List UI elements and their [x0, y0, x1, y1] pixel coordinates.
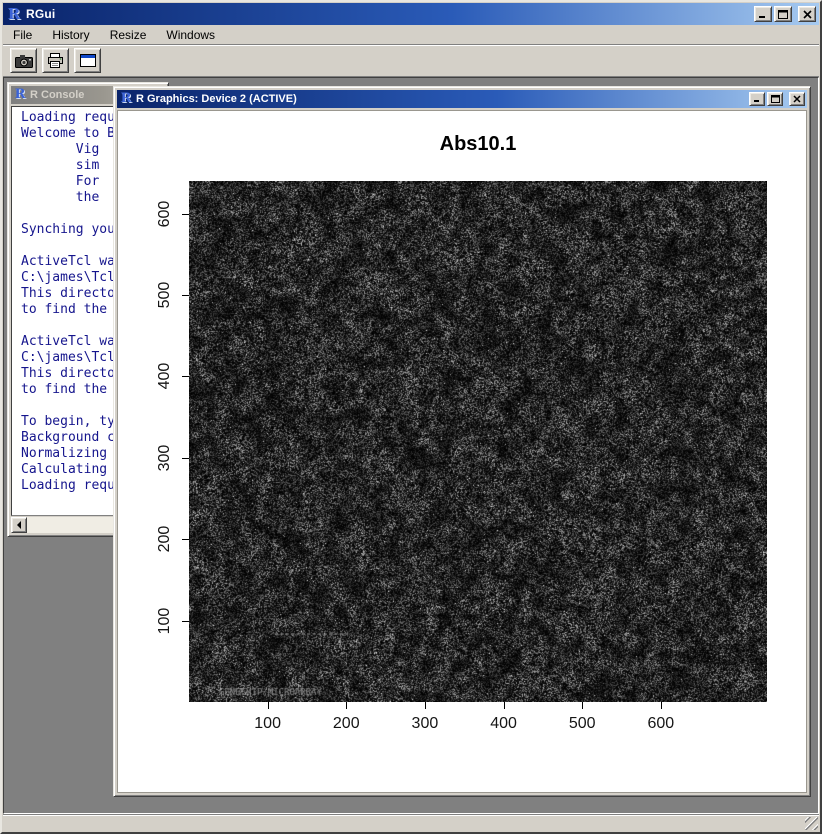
camera-icon — [15, 54, 33, 68]
x-tick — [346, 702, 347, 709]
y-tick — [182, 295, 189, 296]
windows-arrange-button[interactable] — [74, 48, 101, 73]
y-tick — [182, 539, 189, 540]
close-button[interactable] — [789, 92, 805, 106]
menubar: File History Resize Windows — [3, 25, 819, 44]
y-tick — [182, 376, 189, 377]
graphics-window-controls — [749, 92, 805, 106]
window-icon — [80, 54, 96, 67]
x-tick-label: 400 — [479, 715, 529, 733]
x-tick — [425, 702, 426, 709]
rgui-window: R RGui File History Resize Windows — [0, 0, 822, 834]
minimize-button[interactable] — [754, 6, 772, 22]
close-icon — [793, 95, 801, 103]
menu-file[interactable]: File — [13, 28, 32, 42]
maximize-icon — [778, 10, 788, 19]
x-tick-label: 600 — [636, 715, 686, 733]
window-title: RGui — [26, 7, 750, 21]
minimize-icon — [758, 10, 768, 19]
minimize-icon — [753, 95, 762, 103]
r-graphics-window[interactable]: R R Graphics: Device 2 (ACTIVE) Abs10.1 … — [113, 86, 811, 797]
x-tick-label: 100 — [243, 715, 293, 733]
menu-resize[interactable]: Resize — [110, 28, 147, 42]
plot-title: Abs10.1 — [189, 133, 767, 156]
statusbar — [3, 814, 819, 831]
maximize-button[interactable] — [774, 6, 792, 22]
x-tick-label: 200 — [321, 715, 371, 733]
graphics-title: R Graphics: Device 2 (ACTIVE) — [136, 93, 746, 105]
y-tick-label: 200 — [156, 517, 174, 561]
print-button[interactable] — [42, 48, 69, 73]
maximize-icon — [771, 95, 780, 103]
graphics-titlebar[interactable]: R R Graphics: Device 2 (ACTIVE) — [117, 90, 807, 108]
main-titlebar[interactable]: R RGui — [3, 3, 819, 25]
toolbar — [3, 44, 819, 77]
mdi-area: R R Console Loading requ Welcome to B Vi… — [3, 77, 819, 814]
close-button[interactable] — [798, 6, 816, 22]
r-logo-icon: R — [6, 6, 22, 22]
y-tick — [182, 621, 189, 622]
x-tick — [582, 702, 583, 709]
x-tick — [268, 702, 269, 709]
arrow-left-icon — [15, 521, 23, 529]
scroll-left-button[interactable] — [11, 517, 27, 533]
x-tick — [504, 702, 505, 709]
y-tick — [182, 458, 189, 459]
printer-icon — [47, 53, 64, 68]
maximize-button[interactable] — [767, 92, 783, 106]
x-tick-label: 500 — [557, 715, 607, 733]
plot-area: Abs10.1 100 200 300 400 500 600 100 200 300 400 50… — [117, 110, 807, 793]
y-tick-label: 600 — [156, 192, 174, 236]
microarray-image — [189, 181, 767, 702]
y-tick-label: 300 — [156, 436, 174, 480]
menu-history[interactable]: History — [52, 28, 89, 42]
resize-grip[interactable] — [805, 817, 818, 830]
window-controls — [754, 6, 816, 22]
snapshot-button[interactable] — [10, 48, 37, 73]
y-tick-label: 400 — [156, 354, 174, 398]
menu-windows[interactable]: Windows — [166, 28, 215, 42]
y-tick-label: 100 — [156, 599, 174, 643]
x-tick-label: 300 — [400, 715, 450, 733]
close-icon — [803, 10, 812, 19]
r-logo-icon: R — [119, 92, 133, 106]
minimize-button[interactable] — [749, 92, 765, 106]
r-logo-icon: R — [13, 88, 27, 102]
x-tick — [661, 702, 662, 709]
y-tick — [182, 214, 189, 215]
y-tick-label: 500 — [156, 273, 174, 317]
